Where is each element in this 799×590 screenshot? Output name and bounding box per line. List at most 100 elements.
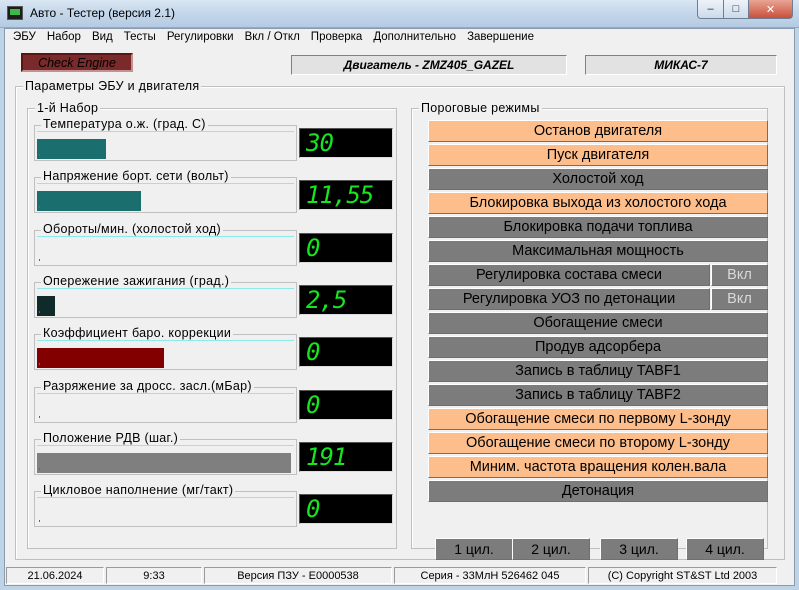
cycle-fill-label: Цикловое наполнение (мг/такт): [41, 483, 236, 498]
window-title: Авто - Тестер (версия 2.1): [30, 6, 175, 20]
engine-type: Двигатель - ZMZ405_GAZEL: [291, 55, 567, 75]
threshold-mode-13[interactable]: Обогащение смеси по первому L-зонду: [428, 408, 768, 430]
idle-valve-position-bar-fill: [37, 452, 291, 473]
bar-start-tick: [39, 258, 40, 261]
maximize-button[interactable]: □: [723, 0, 749, 19]
gauge-rule: [37, 392, 294, 394]
threshold-mode-1[interactable]: Останов двигателя: [428, 120, 768, 142]
threshold-mode-14[interactable]: Обогащение смеси по второму L-зонду: [428, 432, 768, 454]
threshold-mode-11[interactable]: Запись в таблицу TABF1: [428, 360, 768, 382]
close-button[interactable]: ✕: [748, 0, 793, 19]
gauge-rule: [37, 235, 294, 237]
threshold-mode-15[interactable]: Миним. частота вращения колен.вала: [428, 456, 768, 478]
coolant-temp-bar: [37, 139, 293, 159]
ecu-type: МИКАС-7: [585, 55, 777, 75]
status-serial: Серия - 33МлН 526462 045: [394, 567, 586, 584]
menu-view[interactable]: Вид: [88, 31, 117, 47]
cycle-fill-value-display: 0: [299, 494, 393, 525]
ignition-advance-label: Опережение зажигания (град.): [41, 273, 232, 288]
gauge-rule: [37, 183, 294, 185]
menu-exit[interactable]: Завершение: [463, 31, 538, 47]
baro-correction-gauge: Коэффициент баро. коррекции: [34, 326, 297, 371]
ignition-advance-gauge: Опережение зажигания (град.): [34, 273, 297, 318]
threshold-mode-4[interactable]: Блокировка выхода из холостого хода: [428, 192, 768, 214]
gauge-rule: [37, 287, 294, 289]
cylinder-3-button[interactable]: 3 цил.: [600, 538, 678, 560]
baro-correction-label: Коэффициент баро. коррекции: [41, 326, 234, 341]
idle-valve-position-label: Положение РДВ (шаг.): [41, 430, 181, 445]
threshold-mode-10[interactable]: Продув адсорбера: [428, 336, 768, 358]
idle-rpm-value-display: 0: [299, 232, 393, 263]
cycle-fill-bar: [37, 505, 293, 525]
threshold-mode-8[interactable]: Регулировка УОЗ по детонации: [428, 288, 710, 310]
title-bar: Авто - Тестер (версия 2.1) – □ ✕: [0, 0, 799, 28]
coolant-temp-label: Температура о.ж. (град. С): [41, 117, 208, 131]
battery-voltage-bar-fill: [37, 191, 141, 212]
menu-set[interactable]: Набор: [43, 31, 85, 47]
battery-voltage-label: Напряжение борт. сети (вольт): [41, 169, 231, 184]
status-date: 21.06.2024: [6, 567, 104, 584]
ecu-parameters-title: Параметры ЭБУ и двигателя: [23, 79, 202, 93]
throttle-vacuum-bar: [37, 401, 293, 421]
gauge-rule: [37, 497, 294, 499]
menu-check[interactable]: Проверка: [307, 31, 367, 47]
cylinder-4-button[interactable]: 4 цил.: [686, 538, 764, 560]
threshold-mode-9[interactable]: Обогащение смеси: [428, 312, 768, 334]
cylinder-2-button[interactable]: 2 цил.: [512, 538, 590, 560]
bar-start-tick: [39, 206, 40, 209]
threshold-mode-7[interactable]: Регулировка состава смеси: [428, 264, 710, 286]
threshold-mode-6[interactable]: Максимальная мощность: [428, 240, 768, 262]
throttle-vacuum-gauge: Разряжение за дросс. засл.(мБар): [34, 378, 297, 423]
app-icon: [7, 6, 23, 20]
threshold-mode-2[interactable]: Пуск двигателя: [428, 144, 768, 166]
status-time: 9:33: [106, 567, 202, 584]
idle-rpm-gauge: Обороты/мин. (холостой ход): [34, 221, 297, 266]
bar-start-tick: [39, 415, 40, 418]
cylinder-1-button[interactable]: 1 цил.: [435, 538, 513, 560]
threshold-modes-title: Пороговые режимы: [419, 101, 542, 115]
bar-start-tick: [39, 467, 40, 470]
menu-tests[interactable]: Тесты: [120, 31, 160, 47]
status-copyright: (C) Copyright ST&ST Ltd 2003: [588, 567, 777, 584]
bar-start-tick: [39, 363, 40, 366]
gauge-rule: [37, 444, 294, 446]
threshold-mode-3[interactable]: Холостой ход: [428, 168, 768, 190]
bar-start-tick: [39, 154, 40, 156]
idle-rpm-bar: [37, 244, 293, 264]
coolant-temp-gauge: Температура о.ж. (град. С): [34, 117, 297, 161]
idle-valve-position-gauge: Положение РДВ (шаг.): [34, 430, 297, 475]
check-engine-indicator: Check Engine: [21, 53, 133, 72]
battery-voltage-value-display: 11,55: [299, 180, 393, 211]
menu-ecu[interactable]: ЭБУ: [9, 31, 40, 47]
menu-additional[interactable]: Дополнительно: [369, 31, 460, 47]
gauge-rule: [37, 131, 294, 132]
threshold-mode-7-toggle-button[interactable]: Вкл: [711, 264, 768, 286]
menu-on-off[interactable]: Вкл / Откл: [241, 31, 304, 47]
status-bar: 21.06.2024 9:33 Версия ПЗУ - E0000538 Се…: [4, 567, 795, 585]
coolant-temp-bar-fill: [37, 139, 106, 159]
cycle-fill-gauge: Цикловое наполнение (мг/такт): [34, 483, 297, 528]
threshold-mode-8-toggle-button[interactable]: Вкл: [711, 288, 768, 310]
idle-valve-position-bar: [37, 452, 293, 473]
menu-bar: ЭБУ Набор Вид Тесты Регулировки Вкл / От…: [9, 31, 541, 47]
bar-start-tick: [39, 310, 40, 313]
baro-correction-bar-fill: [37, 348, 164, 369]
throttle-vacuum-label: Разряжение за дросс. засл.(мБар): [41, 378, 254, 393]
gauge-rule: [37, 340, 294, 342]
threshold-mode-16[interactable]: Детонация: [428, 480, 768, 502]
ignition-advance-value-display: 2,5: [299, 284, 393, 315]
bar-start-tick: [39, 520, 40, 523]
threshold-mode-12[interactable]: Запись в таблицу TABF2: [428, 384, 768, 406]
ignition-advance-bar-fill: [37, 295, 55, 316]
minimize-button[interactable]: –: [697, 0, 724, 19]
baro-correction-bar: [37, 348, 293, 369]
window-client: ЭБУ Набор Вид Тесты Регулировки Вкл / От…: [4, 28, 795, 586]
coolant-temp-value-display: 30: [299, 128, 393, 158]
menu-adjustments[interactable]: Регулировки: [163, 31, 238, 47]
throttle-vacuum-value-display: 0: [299, 389, 393, 420]
battery-voltage-bar: [37, 191, 293, 212]
idle-valve-position-value-display: 191: [299, 441, 393, 472]
ignition-advance-bar: [37, 295, 293, 316]
threshold-mode-5[interactable]: Блокировка подачи топлива: [428, 216, 768, 238]
parameter-set-title: 1-й Набор: [35, 101, 101, 115]
